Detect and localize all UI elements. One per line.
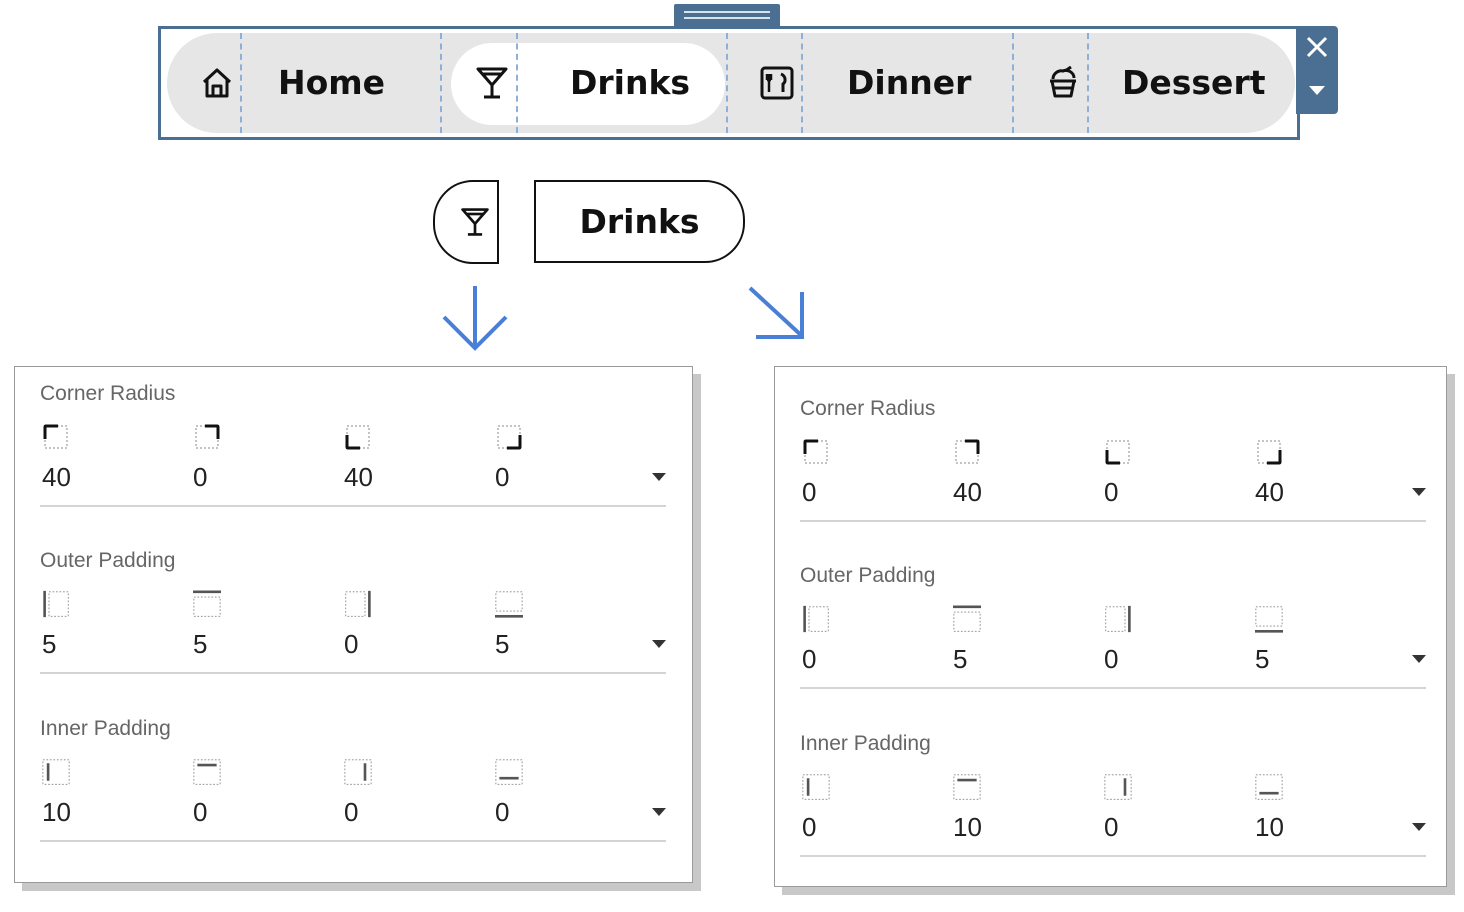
inner-padding-right-value[interactable]: 0 [344, 797, 358, 827]
corner-top-left-icon [43, 424, 68, 449]
divider [800, 520, 1426, 522]
container-tools [1296, 26, 1338, 114]
section-title: Corner Radius [40, 382, 176, 405]
layout-guide [801, 33, 803, 133]
preview-label-button: Drinks [534, 180, 745, 263]
section-title: Outer Padding [800, 564, 936, 587]
more-options-icon[interactable] [1308, 84, 1326, 96]
cocktail-glass-icon [461, 208, 489, 236]
inner-padding-top-value[interactable]: 0 [193, 797, 207, 827]
corner-top-left-value[interactable]: 0 [802, 477, 816, 507]
padding-left-icon [43, 590, 69, 618]
divider [800, 855, 1426, 857]
nav-item-home[interactable]: Home [278, 63, 385, 103]
corner-top-right-icon [195, 424, 220, 449]
layout-guide [516, 33, 518, 133]
corner-top-right-icon [955, 439, 980, 464]
cupcake-icon[interactable] [1045, 65, 1081, 101]
grip-line [684, 17, 770, 19]
preview-label: Drinks [579, 202, 700, 241]
outer-padding-left-value[interactable]: 5 [42, 629, 56, 659]
layout-guide [726, 33, 728, 133]
inner-padding-right-icon [344, 759, 372, 785]
nav-item-dessert[interactable]: Dessert [1122, 63, 1266, 103]
corner-bottom-right-icon [497, 425, 522, 450]
padding-right-icon [1105, 605, 1131, 633]
padding-top-icon [953, 605, 981, 632]
preview-icon-button [433, 180, 499, 264]
corner-bottom-right-value[interactable]: 0 [495, 462, 509, 492]
container-drag-handle[interactable] [674, 4, 780, 28]
padding-bottom-icon [1255, 606, 1283, 633]
inner-padding-bottom-value[interactable]: 0 [495, 797, 509, 827]
divider [800, 687, 1426, 689]
layout-guide [440, 33, 442, 133]
corner-bottom-left-icon [1105, 440, 1130, 465]
section-title: Inner Padding [40, 717, 171, 740]
corner-bottom-right-icon [1257, 440, 1282, 465]
outer-padding-bottom-value[interactable]: 5 [1255, 644, 1269, 674]
navigation-bar: Home Drinks Dinner Dessert [167, 33, 1295, 133]
outer-padding-top-value[interactable]: 5 [953, 644, 967, 674]
fork-knife-icon[interactable] [759, 65, 795, 101]
layout-guide [1012, 33, 1014, 133]
inner-padding-left-value[interactable]: 10 [42, 797, 71, 827]
corner-top-right-value[interactable]: 40 [953, 477, 982, 507]
format-panel-icon-button: Corner Radius 40 0 40 0 Outer Padding 5 … [14, 366, 693, 883]
inner-padding-bottom-icon [495, 759, 523, 785]
divider [40, 505, 666, 507]
corner-top-right-value[interactable]: 0 [193, 462, 207, 492]
outer-padding-top-value[interactable]: 5 [193, 629, 207, 659]
outer-padding-right-value[interactable]: 0 [1104, 644, 1118, 674]
nav-item-drinks[interactable]: Drinks [570, 63, 690, 103]
layout-guide [240, 33, 242, 133]
home-icon[interactable] [199, 65, 235, 101]
section-title: Inner Padding [800, 732, 931, 755]
outer-padding-dropdown[interactable] [652, 640, 666, 648]
inner-padding-left-icon [802, 774, 830, 800]
padding-right-icon [345, 590, 371, 618]
navigation-container: Home Drinks Dinner Dessert [158, 26, 1300, 140]
divider [40, 672, 666, 674]
inner-padding-left-icon [42, 759, 70, 785]
inner-padding-bottom-icon [1255, 774, 1283, 800]
nav-item-dinner[interactable]: Dinner [847, 63, 971, 103]
corner-bottom-right-value[interactable]: 40 [1255, 477, 1284, 507]
section-title: Outer Padding [40, 549, 176, 572]
outer-padding-right-value[interactable]: 0 [344, 629, 358, 659]
padding-bottom-icon [495, 591, 523, 618]
corner-top-left-value[interactable]: 40 [42, 462, 71, 492]
arrow-down-right-icon [748, 286, 804, 339]
inner-padding-bottom-value[interactable]: 10 [1255, 812, 1284, 842]
inner-padding-dropdown[interactable] [652, 808, 666, 816]
padding-top-icon [193, 590, 221, 617]
inner-padding-top-value[interactable]: 10 [953, 812, 982, 842]
corner-radius-dropdown[interactable] [652, 473, 666, 481]
outer-padding-left-value[interactable]: 0 [802, 644, 816, 674]
outer-padding-dropdown[interactable] [1412, 655, 1426, 663]
inner-padding-left-value[interactable]: 0 [802, 812, 816, 842]
section-title: Corner Radius [800, 397, 936, 420]
corner-bottom-left-icon [345, 425, 370, 450]
format-panel-label-button: Corner Radius 0 40 0 40 Outer Padding 0 … [774, 366, 1447, 887]
inner-padding-top-icon [193, 759, 221, 785]
corner-top-left-icon [803, 439, 828, 464]
inner-padding-top-icon [953, 774, 981, 800]
corner-bottom-left-value[interactable]: 0 [1104, 477, 1118, 507]
layout-guide [1087, 33, 1089, 133]
outer-padding-bottom-value[interactable]: 5 [495, 629, 509, 659]
inner-padding-dropdown[interactable] [1412, 823, 1426, 831]
close-icon[interactable] [1302, 32, 1332, 62]
arrow-down-icon [442, 286, 508, 351]
inner-padding-right-icon [1104, 774, 1132, 800]
cocktail-glass-icon[interactable] [474, 65, 510, 101]
corner-radius-dropdown[interactable] [1412, 488, 1426, 496]
padding-left-icon [803, 605, 829, 633]
divider [40, 840, 666, 842]
grip-line [684, 11, 770, 13]
inner-padding-right-value[interactable]: 0 [1104, 812, 1118, 842]
corner-bottom-left-value[interactable]: 40 [344, 462, 373, 492]
